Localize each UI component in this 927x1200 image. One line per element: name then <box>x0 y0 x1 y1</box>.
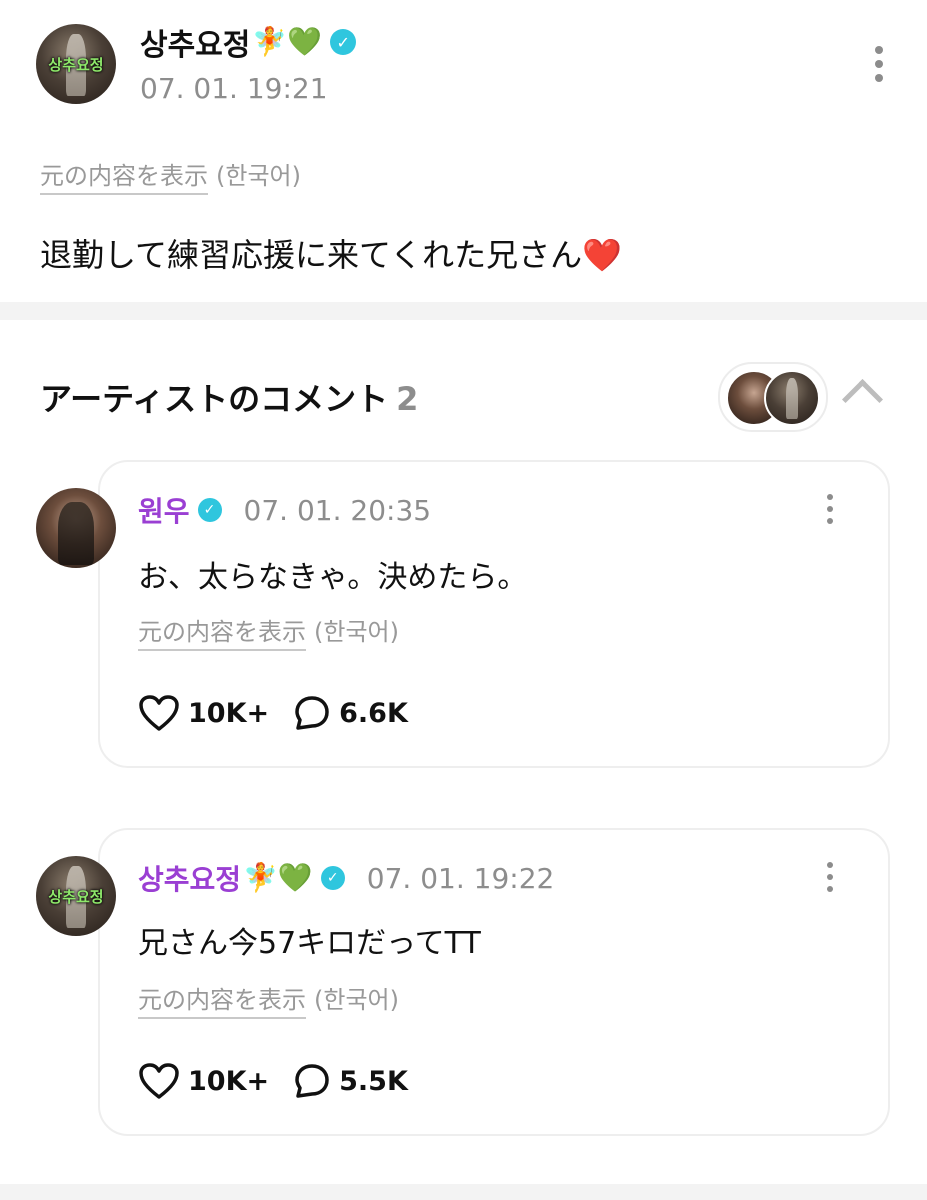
heart-icon <box>139 695 179 731</box>
show-original-link[interactable]: 元の内容を表示 <box>138 612 306 651</box>
comment-translate: 元の内容を表示 (한국어) <box>138 980 399 1019</box>
verified-icon: ✓ <box>330 29 357 55</box>
reply-count: 6.6K <box>339 697 408 729</box>
reply-count: 5.5K <box>339 1065 408 1097</box>
verified-icon: ✓ <box>197 498 222 522</box>
original-language: (한국어) <box>314 986 399 1014</box>
artist-comments-title: アーティストのコメント 2 <box>40 374 418 420</box>
bottom-divider <box>0 1184 927 1200</box>
comment-timestamp: 07. 01. 19:22 <box>366 861 555 895</box>
post-timestamp: 07. 01. 19:21 <box>140 72 328 105</box>
comment-stats: 10K+ 5.5K <box>138 1062 432 1100</box>
comment-header: 상추요정 🧚💚 ✓ 07. 01. 19:22 <box>138 858 554 898</box>
artist-avatar-sangchu <box>764 370 820 426</box>
like-button[interactable]: 10K+ <box>138 694 269 732</box>
like-button[interactable]: 10K+ <box>138 1062 269 1100</box>
comment-author-name[interactable]: 상추요정 <box>138 858 241 898</box>
artist-comments-label: アーティストのコメント <box>40 380 389 418</box>
post: 상추요정 상추요정 🧚💚 ✓ 07. 01. 19:21 元の内容を表示 (한국… <box>0 0 927 302</box>
avatar-logo-text: 상추요정 <box>48 888 104 907</box>
comment-translate: 元の内容を表示 (한국어) <box>138 612 399 651</box>
more-vertical-icon[interactable] <box>824 494 836 524</box>
avatar-logo-text: 상추요정 <box>48 56 104 75</box>
like-count: 10K+ <box>188 697 270 729</box>
comment-timestamp: 07. 01. 20:35 <box>243 493 432 527</box>
post-translate: 元の内容を表示 (한국어) <box>40 156 301 195</box>
artist-avatar-stack[interactable] <box>718 362 828 432</box>
original-language: (한국어) <box>314 618 399 646</box>
heart-icon <box>139 1063 179 1099</box>
comment-bubble-icon <box>295 1064 329 1098</box>
like-count: 10K+ <box>188 1065 270 1097</box>
more-vertical-icon[interactable] <box>824 862 836 892</box>
comment-bubble-icon <box>295 696 329 730</box>
show-original-link[interactable]: 元の内容を表示 <box>138 980 306 1019</box>
comment-author-avatar[interactable]: 상추요정 <box>36 856 116 936</box>
avatar-figure <box>785 378 799 419</box>
comment-text: お、太らなきゃ。決めたら。 <box>138 560 528 595</box>
verified-icon: ✓ <box>320 866 345 890</box>
show-original-link[interactable]: 元の内容を表示 <box>40 156 208 195</box>
comment-header: 원우 ✓ 07. 01. 20:35 <box>138 490 431 530</box>
comment-text: 兄さん今57キロだってTT <box>138 926 481 961</box>
comment-author-emoji: 🧚💚 <box>243 861 313 894</box>
post-body: 退勤して練習応援に来てくれた兄さん❤️ <box>40 236 622 274</box>
avatar-figure <box>58 502 94 565</box>
reply-button[interactable]: 6.6K <box>293 694 408 732</box>
post-author-name[interactable]: 상추요정 <box>140 20 250 64</box>
post-author[interactable]: 상추요정 🧚💚 ✓ <box>140 20 357 64</box>
comment-author-avatar[interactable] <box>36 488 116 568</box>
chevron-up-icon[interactable] <box>841 378 884 421</box>
comment-stats: 10K+ 6.6K <box>138 694 432 732</box>
post-author-emoji: 🧚💚 <box>252 25 323 58</box>
comment-author-name[interactable]: 원우 <box>138 490 190 530</box>
more-vertical-icon[interactable] <box>873 46 885 82</box>
original-language: (한국어) <box>216 162 301 190</box>
post-author-avatar[interactable]: 상추요정 <box>36 24 116 104</box>
reply-button[interactable]: 5.5K <box>293 1062 408 1100</box>
artist-comments-count: 2 <box>396 380 419 418</box>
section-divider <box>0 302 927 320</box>
